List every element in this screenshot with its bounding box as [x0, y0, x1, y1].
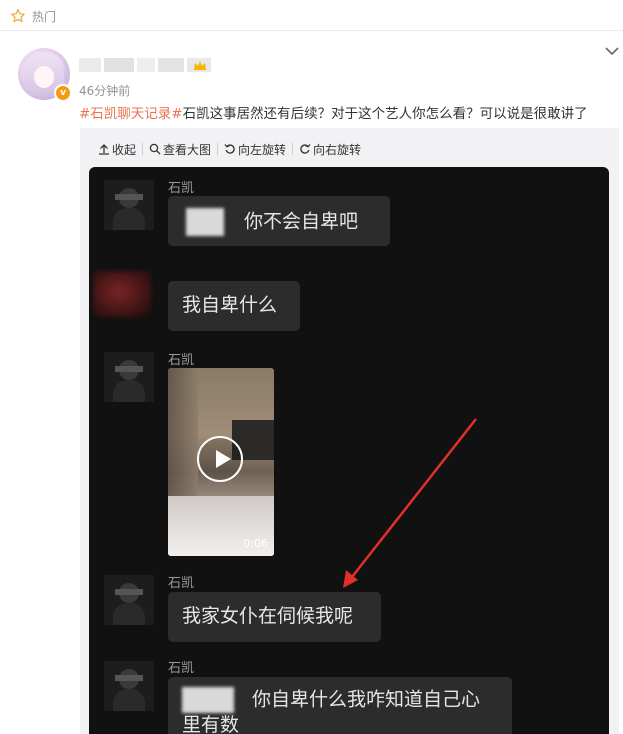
- hot-section-header: 热门: [10, 6, 56, 26]
- redacted-image: [186, 208, 224, 236]
- message-bubble: 你不会自卑吧: [168, 196, 390, 246]
- video-message[interactable]: 0:06: [168, 368, 274, 556]
- avatar[interactable]: v: [18, 48, 72, 102]
- view-large-button[interactable]: 查看大图: [143, 141, 217, 158]
- image-toolbar: 收起 查看大图 向左旋转 向右旋转: [98, 140, 367, 158]
- rotate-left-button[interactable]: 向左旋转: [218, 141, 292, 158]
- hashtag-link[interactable]: #石凯聊天记录#: [79, 106, 183, 122]
- chat-avatar: [104, 661, 154, 711]
- username-redacted[interactable]: [79, 58, 211, 72]
- star-icon: [11, 9, 25, 23]
- chat-screenshot[interactable]: 石凯 你不会自卑吧 我自卑什么 石凯 0:06 石凯 我家女仆在伺候我呢 石凯 …: [89, 167, 609, 734]
- post-text: #石凯聊天记录#石凯这事居然还有后续？对于这个艺人你怎么看？可以说是很敢讲了: [79, 102, 588, 122]
- message-bubble: 你自卑什么我咋知道自己心 里有数: [168, 677, 512, 734]
- hot-label: 热门: [32, 9, 57, 24]
- rotate-left-icon: [224, 144, 235, 154]
- video-duration: 0:06: [243, 537, 268, 550]
- sender-name: 石凯: [168, 661, 195, 676]
- vip-crown-icon: [194, 61, 206, 70]
- sender-name: 石凯: [168, 353, 195, 368]
- verified-badge-icon: v: [54, 84, 72, 102]
- post-timestamp: 46分钟前: [79, 84, 131, 98]
- chat-avatar: [104, 352, 154, 402]
- collapse-button[interactable]: 收起: [98, 141, 142, 158]
- sender-name: 石凯: [168, 181, 195, 196]
- image-viewer-panel: 收起 查看大图 向左旋转 向右旋转 石凯 你不会自卑吧 我自卑什么 石凯 0:0…: [80, 128, 619, 734]
- chat-avatar: [104, 180, 154, 230]
- divider: [0, 30, 623, 31]
- sender-name: 石凯: [168, 576, 195, 591]
- chat-avatar: [104, 575, 154, 625]
- collapse-icon: [99, 144, 109, 155]
- rotate-right-icon: [300, 144, 311, 154]
- message-bubble: 我自卑什么: [168, 281, 300, 331]
- play-icon[interactable]: [197, 436, 243, 482]
- rotate-right-button[interactable]: 向右旋转: [293, 141, 367, 158]
- message-bubble: 我家女仆在伺候我呢: [168, 592, 381, 642]
- chat-avatar-redacted: [93, 271, 151, 317]
- redacted-image: [182, 687, 234, 713]
- post-body: 石凯这事居然还有后续？对于这个艺人你怎么看？可以说是很敢讲了: [182, 106, 588, 122]
- chevron-down-icon[interactable]: [604, 45, 620, 57]
- search-icon: [149, 143, 161, 155]
